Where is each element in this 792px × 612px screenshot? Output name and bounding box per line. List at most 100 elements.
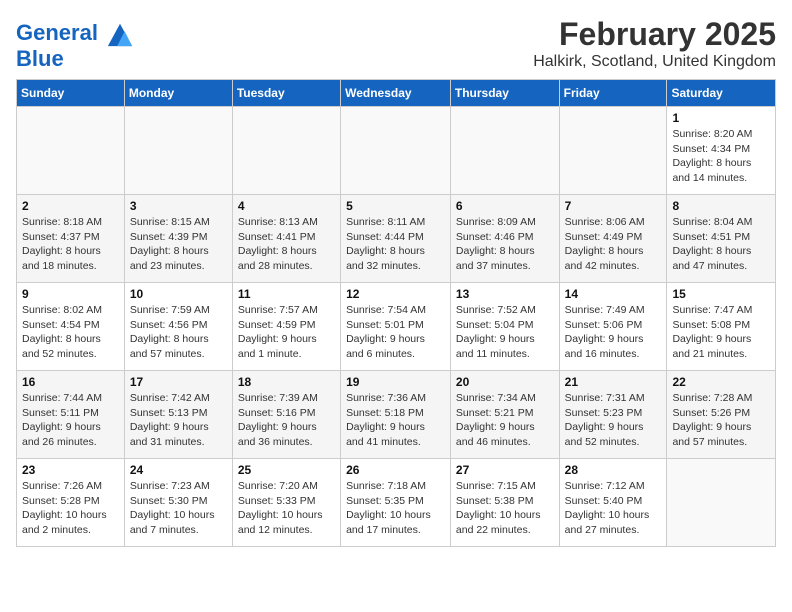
- calendar-cell: 23 Sunrise: 7:26 AM Sunset: 5:28 PM Dayli…: [17, 459, 125, 547]
- calendar-cell: [450, 107, 559, 195]
- calendar-cell: 22 Sunrise: 7:28 AM Sunset: 5:26 PM Dayli…: [667, 371, 776, 459]
- weekday-header-monday: Monday: [124, 80, 232, 107]
- day-number: 21: [565, 375, 662, 389]
- day-info: Sunrise: 7:54 AM Sunset: 5:01 PM Dayligh…: [346, 303, 445, 362]
- title-block: February 2025 Halkirk, Scotland, United …: [533, 16, 776, 71]
- day-info: Sunrise: 8:13 AM Sunset: 4:41 PM Dayligh…: [238, 215, 335, 274]
- day-number: 28: [565, 463, 662, 477]
- calendar-cell: 7 Sunrise: 8:06 AM Sunset: 4:49 PM Daylig…: [559, 195, 667, 283]
- calendar-cell: [559, 107, 667, 195]
- day-number: 24: [130, 463, 227, 477]
- day-info: Sunrise: 8:06 AM Sunset: 4:49 PM Dayligh…: [565, 215, 662, 274]
- day-number: 22: [672, 375, 770, 389]
- day-number: 18: [238, 375, 335, 389]
- day-info: Sunrise: 7:34 AM Sunset: 5:21 PM Dayligh…: [456, 391, 554, 450]
- calendar-week-row: 9 Sunrise: 8:02 AM Sunset: 4:54 PM Daylig…: [17, 283, 776, 371]
- calendar-week-row: 16Sunrise: 7:44 AM Sunset: 5:11 PM Dayli…: [17, 371, 776, 459]
- day-info: Sunrise: 8:11 AM Sunset: 4:44 PM Dayligh…: [346, 215, 445, 274]
- day-number: 5: [346, 199, 445, 213]
- day-info: Sunrise: 7:47 AM Sunset: 5:08 PM Dayligh…: [672, 303, 770, 362]
- day-info: Sunrise: 7:28 AM Sunset: 5:26 PM Dayligh…: [672, 391, 770, 450]
- day-number: 2: [22, 199, 119, 213]
- weekday-header-sunday: Sunday: [17, 80, 125, 107]
- day-number: 6: [456, 199, 554, 213]
- calendar-cell: 13 Sunrise: 7:52 AM Sunset: 5:04 PM Dayli…: [450, 283, 559, 371]
- calendar-cell: 26 Sunrise: 7:18 AM Sunset: 5:35 PM Dayli…: [341, 459, 451, 547]
- day-info: Sunrise: 8:20 AM Sunset: 4:34 PM Dayligh…: [672, 127, 770, 186]
- calendar-cell: [124, 107, 232, 195]
- calendar-cell: 15 Sunrise: 7:47 AM Sunset: 5:08 PM Dayli…: [667, 283, 776, 371]
- day-number: 12: [346, 287, 445, 301]
- calendar-cell: 2Sunrise: 8:18 AM Sunset: 4:37 PM Daylig…: [17, 195, 125, 283]
- calendar-cell: 19Sunrise: 7:36 AM Sunset: 5:18 PM Dayli…: [341, 371, 451, 459]
- calendar-cell: 21 Sunrise: 7:31 AM Sunset: 5:23 PM Dayli…: [559, 371, 667, 459]
- weekday-header-thursday: Thursday: [450, 80, 559, 107]
- day-info: Sunrise: 8:15 AM Sunset: 4:39 PM Dayligh…: [130, 215, 227, 274]
- location-title: Halkirk, Scotland, United Kingdom: [533, 53, 776, 71]
- calendar-cell: 14 Sunrise: 7:49 AM Sunset: 5:06 PM Dayli…: [559, 283, 667, 371]
- day-info: Sunrise: 7:42 AM Sunset: 5:13 PM Dayligh…: [130, 391, 227, 450]
- day-info: Sunrise: 7:49 AM Sunset: 5:06 PM Dayligh…: [565, 303, 662, 362]
- day-number: 20: [456, 375, 554, 389]
- day-info: Sunrise: 7:36 AM Sunset: 5:18 PM Dayligh…: [346, 391, 445, 450]
- day-info: Sunrise: 7:26 AM Sunset: 5:28 PM Dayligh…: [22, 479, 119, 538]
- day-number: 26: [346, 463, 445, 477]
- day-number: 13: [456, 287, 554, 301]
- calendar-cell: 17 Sunrise: 7:42 AM Sunset: 5:13 PM Dayli…: [124, 371, 232, 459]
- calendar-cell: [232, 107, 340, 195]
- day-number: 9: [22, 287, 119, 301]
- day-info: Sunrise: 7:18 AM Sunset: 5:35 PM Dayligh…: [346, 479, 445, 538]
- logo: General Blue: [16, 20, 134, 70]
- day-number: 8: [672, 199, 770, 213]
- month-title: February 2025: [533, 16, 776, 53]
- day-number: 17: [130, 375, 227, 389]
- day-info: Sunrise: 8:02 AM Sunset: 4:54 PM Dayligh…: [22, 303, 119, 362]
- calendar-cell: 24 Sunrise: 7:23 AM Sunset: 5:30 PM Dayli…: [124, 459, 232, 547]
- calendar-cell: 12 Sunrise: 7:54 AM Sunset: 5:01 PM Dayli…: [341, 283, 451, 371]
- calendar-cell: 16Sunrise: 7:44 AM Sunset: 5:11 PM Dayli…: [17, 371, 125, 459]
- day-info: Sunrise: 7:31 AM Sunset: 5:23 PM Dayligh…: [565, 391, 662, 450]
- weekday-header-friday: Friday: [559, 80, 667, 107]
- day-info: Sunrise: 7:23 AM Sunset: 5:30 PM Dayligh…: [130, 479, 227, 538]
- calendar-cell: [17, 107, 125, 195]
- day-number: 10: [130, 287, 227, 301]
- calendar-cell: [341, 107, 451, 195]
- weekday-header-tuesday: Tuesday: [232, 80, 340, 107]
- day-number: 15: [672, 287, 770, 301]
- logo-blue: Blue: [16, 48, 134, 70]
- day-info: Sunrise: 7:12 AM Sunset: 5:40 PM Dayligh…: [565, 479, 662, 538]
- calendar-header-row: SundayMondayTuesdayWednesdayThursdayFrid…: [17, 80, 776, 107]
- calendar-week-row: 23 Sunrise: 7:26 AM Sunset: 5:28 PM Dayli…: [17, 459, 776, 547]
- calendar-week-row: 1 Sunrise: 8:20 AM Sunset: 4:34 PM Daylig…: [17, 107, 776, 195]
- calendar-cell: 10 Sunrise: 7:59 AM Sunset: 4:56 PM Dayli…: [124, 283, 232, 371]
- calendar-cell: 18 Sunrise: 7:39 AM Sunset: 5:16 PM Dayli…: [232, 371, 340, 459]
- weekday-header-saturday: Saturday: [667, 80, 776, 107]
- calendar-cell: 28 Sunrise: 7:12 AM Sunset: 5:40 PM Dayli…: [559, 459, 667, 547]
- day-info: Sunrise: 7:57 AM Sunset: 4:59 PM Dayligh…: [238, 303, 335, 362]
- calendar-cell: [667, 459, 776, 547]
- day-number: 27: [456, 463, 554, 477]
- day-number: 1: [672, 111, 770, 125]
- day-number: 23: [22, 463, 119, 477]
- page-header: General Blue February 2025 Halkirk, Scot…: [16, 16, 776, 71]
- day-info: Sunrise: 8:04 AM Sunset: 4:51 PM Dayligh…: [672, 215, 770, 274]
- day-info: Sunrise: 7:39 AM Sunset: 5:16 PM Dayligh…: [238, 391, 335, 450]
- day-info: Sunrise: 7:52 AM Sunset: 5:04 PM Dayligh…: [456, 303, 554, 362]
- day-info: Sunrise: 7:59 AM Sunset: 4:56 PM Dayligh…: [130, 303, 227, 362]
- calendar-cell: 9 Sunrise: 8:02 AM Sunset: 4:54 PM Daylig…: [17, 283, 125, 371]
- day-number: 14: [565, 287, 662, 301]
- day-info: Sunrise: 7:44 AM Sunset: 5:11 PM Dayligh…: [22, 391, 119, 450]
- weekday-header-wednesday: Wednesday: [341, 80, 451, 107]
- calendar-cell: 25Sunrise: 7:20 AM Sunset: 5:33 PM Dayli…: [232, 459, 340, 547]
- day-number: 7: [565, 199, 662, 213]
- calendar-week-row: 2Sunrise: 8:18 AM Sunset: 4:37 PM Daylig…: [17, 195, 776, 283]
- day-number: 11: [238, 287, 335, 301]
- calendar-cell: 11 Sunrise: 7:57 AM Sunset: 4:59 PM Dayli…: [232, 283, 340, 371]
- calendar-cell: 27 Sunrise: 7:15 AM Sunset: 5:38 PM Dayli…: [450, 459, 559, 547]
- calendar-cell: 5 Sunrise: 8:11 AM Sunset: 4:44 PM Daylig…: [341, 195, 451, 283]
- day-number: 25: [238, 463, 335, 477]
- calendar-cell: 8 Sunrise: 8:04 AM Sunset: 4:51 PM Daylig…: [667, 195, 776, 283]
- calendar-cell: 1 Sunrise: 8:20 AM Sunset: 4:34 PM Daylig…: [667, 107, 776, 195]
- day-info: Sunrise: 7:15 AM Sunset: 5:38 PM Dayligh…: [456, 479, 554, 538]
- day-number: 4: [238, 199, 335, 213]
